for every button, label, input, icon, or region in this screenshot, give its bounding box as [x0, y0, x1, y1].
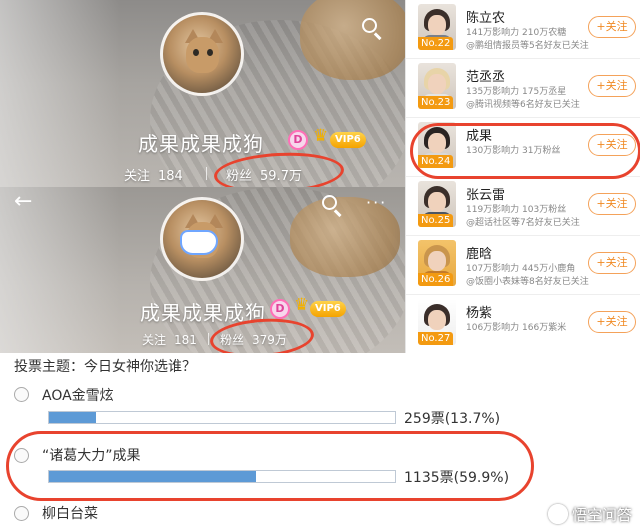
crown-icon: ♛	[294, 295, 310, 315]
following-stat[interactable]: 关注 184	[124, 165, 183, 184]
rank-name[interactable]: 张云雷	[466, 184, 505, 203]
rank-friends-note: @鹏组情报员等5名好友已关注	[466, 41, 589, 51]
highlight-circle	[410, 123, 640, 179]
face-mask-drawing	[180, 229, 218, 255]
avatar[interactable]: No.22	[418, 4, 456, 50]
poll-bar-fill	[49, 412, 97, 423]
vip-badge[interactable]: VIP6	[310, 301, 346, 317]
follow-button[interactable]: +关注	[588, 16, 636, 38]
list-item[interactable]: No.27 杨紫 106万影响力 166万紫米 +关注	[406, 295, 640, 354]
cat-face	[186, 36, 220, 73]
follow-button[interactable]: +关注	[588, 75, 636, 97]
profile-header-bottom: ← ··· 成果成果成狗 D ♛ VIP6 关注 181 粉丝 379万	[0, 187, 405, 353]
rank-name[interactable]: 杨紫	[466, 302, 492, 321]
watermark: 悟空问答	[547, 502, 632, 526]
follow-button[interactable]: +关注	[588, 252, 636, 274]
rank-stats: 119万影响力 103万粉丝	[466, 205, 567, 215]
rank-name[interactable]: 陈立农	[466, 7, 505, 26]
poll-radio[interactable]	[14, 506, 29, 521]
poll-bar	[48, 411, 396, 424]
rank-stats: 141万影响力 210万农糖	[466, 28, 567, 38]
list-item[interactable]: No.22 陈立农 141万影响力 210万农糖 @鹏组情报员等5名好友已关注 …	[406, 0, 640, 59]
verified-badge-icon: D	[270, 299, 290, 319]
rank-badge: No.23	[418, 96, 454, 109]
rank-friends-note: @饭圈小表妹等8名好友已关注	[466, 277, 589, 287]
rank-badge: No.22	[418, 37, 454, 50]
stat-divider	[206, 167, 207, 180]
profile-header-top: 成果成果成狗 D ♛ VIP6 关注 184 粉丝 59.7万	[0, 0, 405, 187]
list-item[interactable]: No.23 范丞丞 135万影响力 175万丞星 @腾讯视频等6名好友已关注 +…	[406, 59, 640, 118]
following-count: 181	[174, 333, 197, 347]
background-photo-shade	[0, 0, 120, 187]
ranking-list: No.22 陈立农 141万影响力 210万农糖 @鹏组情报员等5名好友已关注 …	[405, 0, 640, 354]
avatar[interactable]: No.23	[418, 63, 456, 109]
cat-eye	[206, 49, 213, 57]
follow-button[interactable]: +关注	[588, 193, 636, 215]
rank-badge: No.26	[418, 273, 454, 286]
highlight-circle	[6, 431, 534, 501]
more-icon[interactable]: ···	[366, 193, 387, 212]
stat-divider	[208, 333, 209, 345]
list-item[interactable]: No.25 张云雷 119万影响力 103万粉丝 @超话社区等7名好友已关注 +…	[406, 177, 640, 236]
background-cat	[300, 0, 405, 80]
crown-icon: ♛	[313, 126, 329, 146]
back-arrow-icon[interactable]: ←	[14, 189, 32, 214]
cat-eye	[192, 49, 199, 57]
avatar[interactable]: No.25	[418, 181, 456, 227]
poll-title: 投票主题：今日女神你选谁？	[14, 359, 196, 375]
avatar[interactable]: No.27	[418, 299, 456, 345]
poll-vote-count: 259票(13.7%)	[404, 411, 501, 427]
following-label: 关注	[124, 169, 151, 184]
rank-badge: No.25	[418, 214, 454, 227]
rank-stats: 106万影响力 166万紫米	[466, 323, 567, 333]
poll-radio[interactable]	[14, 387, 29, 402]
follow-button[interactable]: +关注	[588, 311, 636, 333]
rank-name[interactable]: 鹿晗	[466, 243, 492, 262]
wukong-logo-icon	[547, 504, 568, 524]
rank-badge: No.27	[418, 332, 454, 345]
rank-name[interactable]: 范丞丞	[466, 66, 505, 85]
poll-section: 投票主题：今日女神你选谁？ AOA金雪炫 259票(13.7%) “诸葛大力”成…	[0, 353, 640, 530]
vip-badge[interactable]: VIP6	[330, 132, 366, 148]
poll-option-label[interactable]: 柳白台菜	[42, 503, 98, 523]
list-item[interactable]: No.26 鹿晗 107万影响力 445万小鹿角 @饭圈小表妹等8名好友已关注 …	[406, 236, 640, 295]
following-stat[interactable]: 关注 181	[142, 331, 197, 348]
rank-friends-note: @超话社区等7名好友已关注	[466, 218, 580, 228]
avatar[interactable]	[160, 12, 244, 96]
verified-badge-icon: D	[288, 130, 308, 150]
avatar[interactable]: No.26	[418, 240, 456, 286]
avatar[interactable]	[160, 197, 244, 281]
following-label: 关注	[142, 333, 167, 347]
profile-name: 成果成果成狗	[138, 132, 264, 156]
rank-stats: 107万影响力 445万小鹿角	[466, 264, 576, 274]
rank-stats: 135万影响力 175万丞星	[466, 87, 567, 97]
search-icon[interactable]	[362, 18, 386, 42]
following-count: 184	[158, 169, 183, 184]
watermark-text: 悟空问答	[571, 505, 632, 524]
rank-friends-note: @腾讯视频等6名好友已关注	[466, 100, 580, 110]
poll-option-label[interactable]: AOA金雪炫	[42, 385, 114, 405]
search-icon[interactable]	[322, 195, 346, 219]
